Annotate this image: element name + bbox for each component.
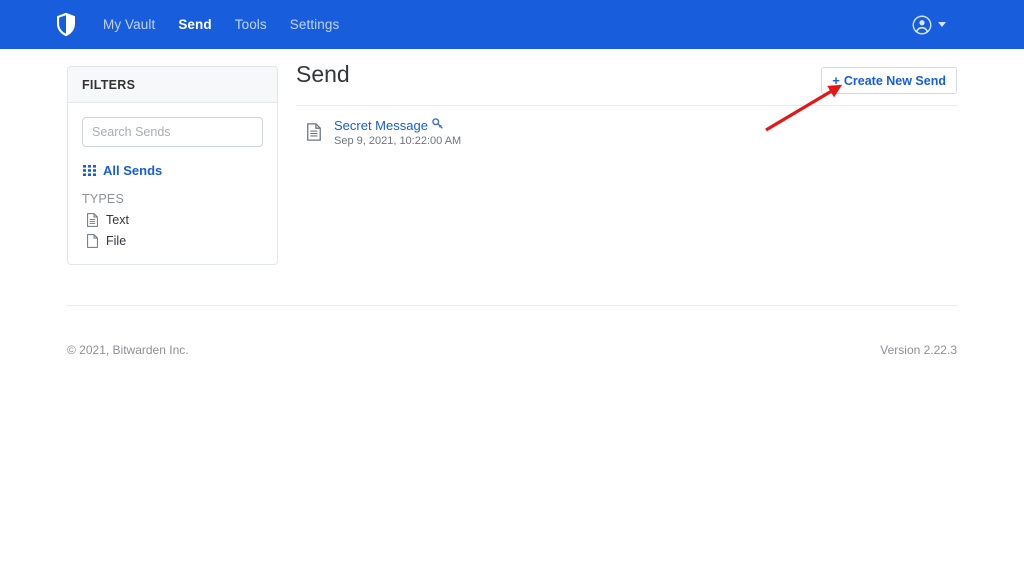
nav-link-tools[interactable]: Tools [235,17,267,32]
list-item[interactable]: Secret Message Sep 9, 2021, 10:22:00 AM [296,106,957,156]
plus-icon: + [832,74,840,87]
create-new-send-button[interactable]: + Create New Send [821,67,957,94]
list-item-title-line: Secret Message [334,116,461,134]
file-text-icon [85,213,99,227]
page-footer: © 2021, Bitwarden Inc. Version 2.22.3 [67,343,957,357]
send-name-link[interactable]: Secret Message [334,118,428,133]
sidebar-item-type-file-label: File [106,234,126,248]
account-menu[interactable] [912,15,946,35]
main-header: Send + Create New Send [296,59,957,99]
types-section-label: TYPES [82,192,263,206]
nav-link-my-vault[interactable]: My Vault [103,17,155,32]
file-text-icon-svg [307,123,321,141]
list-item-text: Secret Message Sep 9, 2021, 10:22:00 AM [334,116,461,147]
sidebar-item-type-text-label: Text [106,213,129,227]
sidebar-item-type-file[interactable]: File [82,234,263,248]
shield-icon-svg [56,12,76,37]
main-content: Send + Create New Send [296,59,957,156]
file-icon [85,234,99,248]
key-icon-svg [432,118,443,129]
file-text-icon [307,123,321,141]
grid-icon-svg [83,165,96,176]
chevron-down-icon [938,22,946,27]
search-sends-input[interactable] [82,117,263,147]
sidebar-item-all-sends[interactable]: All Sends [82,163,263,178]
filters-header: FILTERS [68,67,277,103]
nav-link-settings[interactable]: Settings [290,17,340,32]
top-navbar: My Vault Send Tools Settings [0,0,1024,49]
file-text-icon-svg [87,213,98,227]
filters-sidebar: FILTERS All Sends [67,66,278,265]
nav-link-send[interactable]: Send [178,17,211,32]
filters-body: All Sends TYPES [68,103,277,264]
sidebar-item-type-text[interactable]: Text [82,213,263,227]
sidebar-item-all-sends-label: All Sends [103,163,162,178]
send-date: Sep 9, 2021, 10:22:00 AM [334,135,461,147]
shield-icon[interactable] [55,12,77,38]
user-circle-icon [912,15,932,35]
nav-links: My Vault Send Tools Settings [103,17,339,32]
key-icon [432,116,443,134]
file-icon-svg [87,234,98,248]
footer-divider [67,305,957,306]
copyright-text: © 2021, Bitwarden Inc. [67,343,189,357]
create-new-send-label: Create New Send [844,74,946,88]
version-text: Version 2.22.3 [880,343,957,357]
grid-icon [82,165,96,176]
send-list: Secret Message Sep 9, 2021, 10:22:00 AM [296,105,957,156]
